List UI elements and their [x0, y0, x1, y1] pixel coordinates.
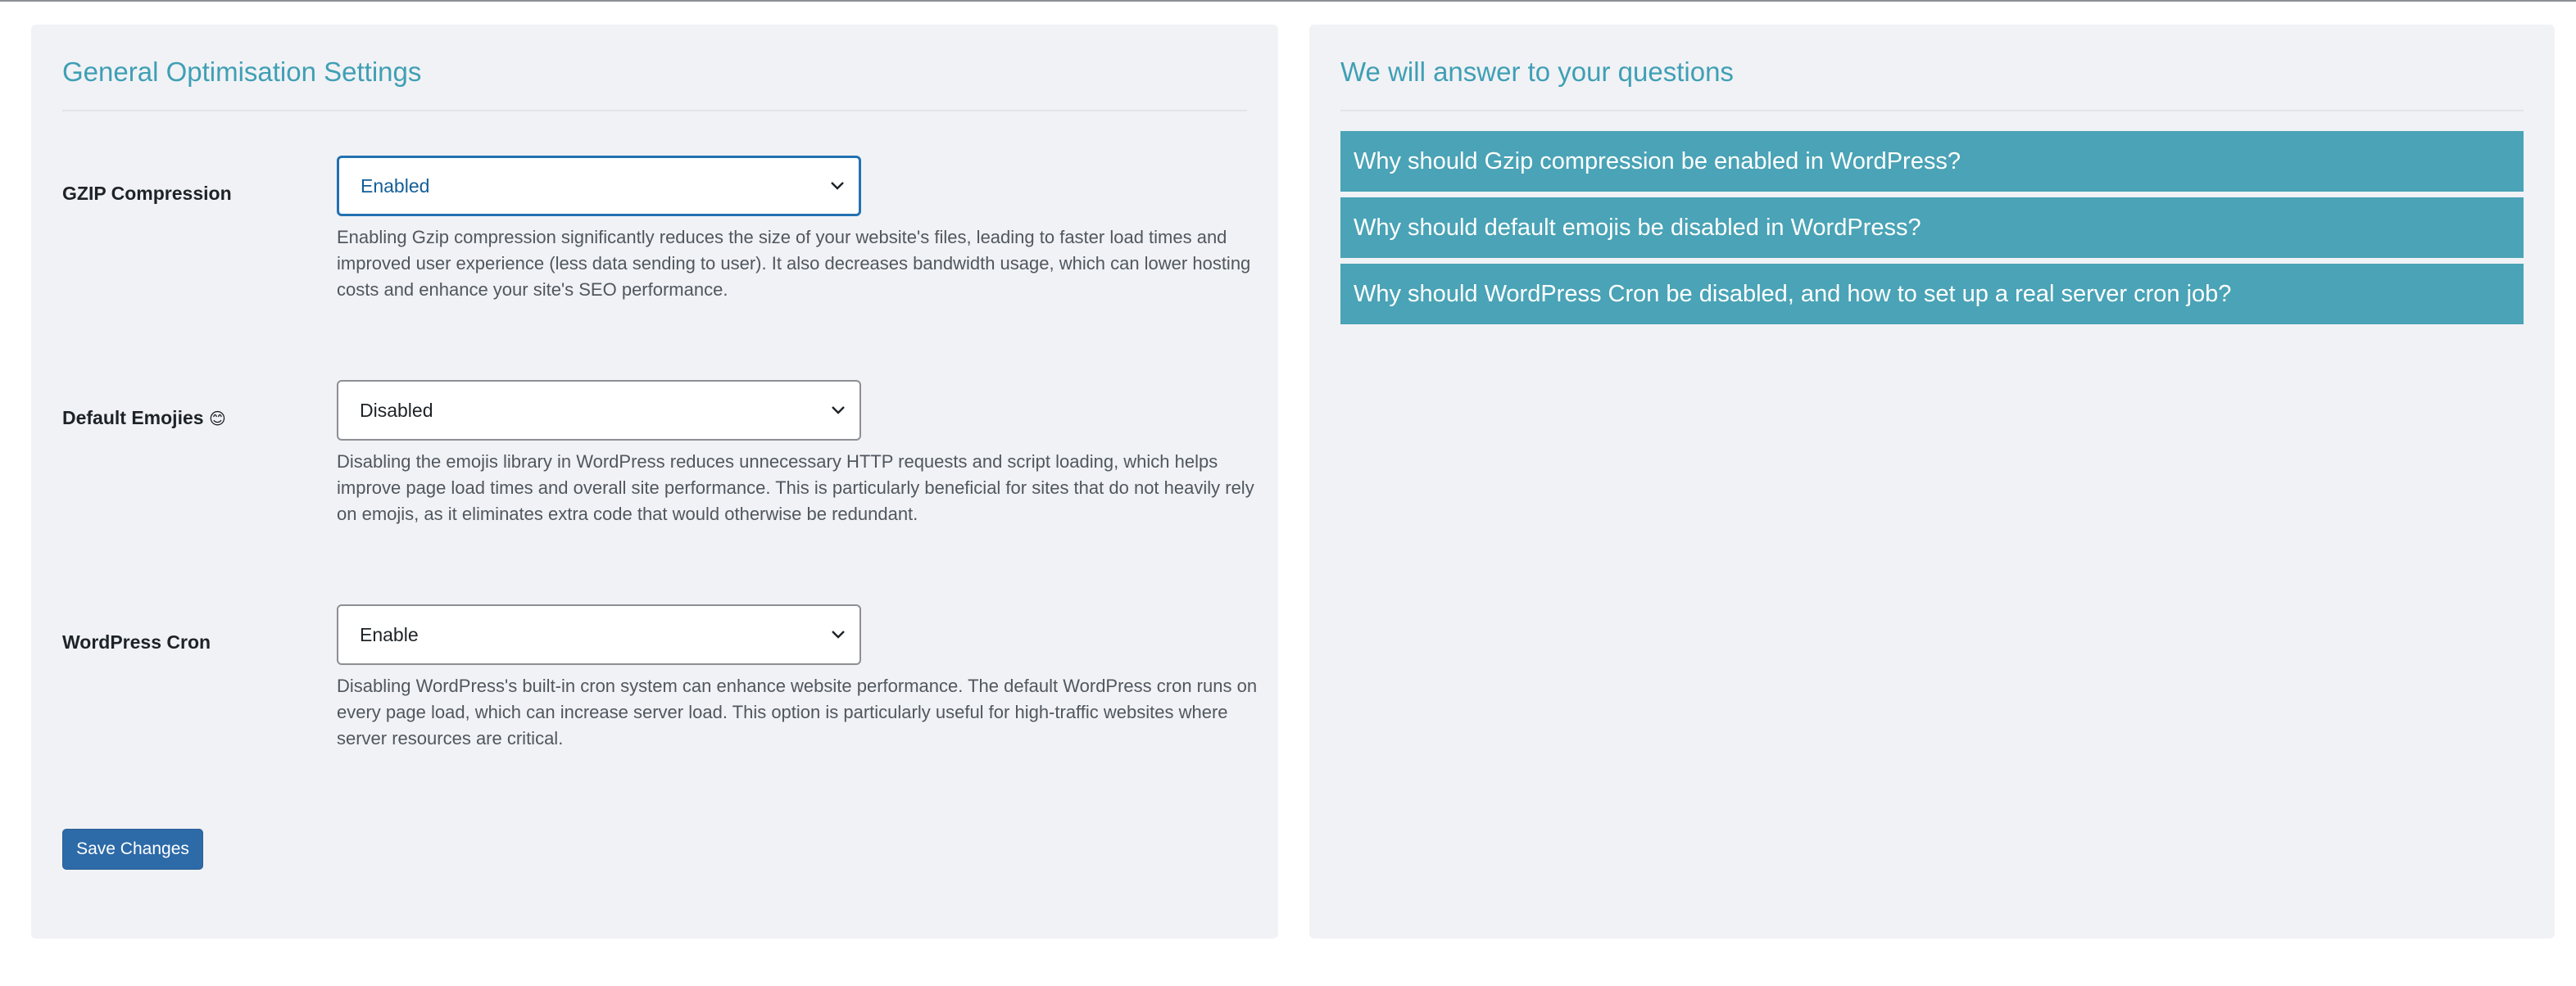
divider: [62, 110, 1247, 111]
default-emojies-label: Default Emojies 😊: [62, 406, 226, 431]
smile-emoji-icon: 😊: [208, 410, 226, 428]
wordpress-cron-select[interactable]: Enable: [337, 604, 861, 665]
top-border: [0, 0, 2576, 2]
settings-panel-title: General Optimisation Settings: [62, 57, 422, 87]
faq-panel-title: We will answer to your questions: [1340, 57, 1734, 87]
default-emojies-description: Disabling the emojis library in WordPres…: [337, 451, 1254, 524]
wordpress-cron-label: WordPress Cron: [62, 631, 211, 653]
chevron-down-icon: [832, 631, 845, 639]
faq-item-cron[interactable]: Why should WordPress Cron be disabled, a…: [1340, 264, 2524, 324]
wordpress-cron-description: Disabling WordPress's built-in cron syst…: [337, 676, 1258, 749]
faq-list: Why should Gzip compression be enabled i…: [1340, 131, 2524, 330]
select-value: Disabled: [360, 399, 433, 421]
faq-item-gzip[interactable]: Why should Gzip compression be enabled i…: [1340, 131, 2524, 192]
faq-panel: We will answer to your questions Why sho…: [1309, 25, 2555, 939]
default-emojies-select[interactable]: Disabled: [337, 380, 861, 441]
select-value: Enable: [360, 623, 419, 645]
gzip-compression-label: GZIP Compression: [62, 183, 232, 204]
default-emojies-label-text: Default Emojies: [62, 407, 204, 428]
gzip-compression-select[interactable]: Enabled: [337, 156, 861, 216]
faq-item-emojis[interactable]: Why should default emojis be disabled in…: [1340, 197, 2524, 258]
chevron-down-icon: [831, 182, 844, 190]
settings-panel: General Optimisation Settings GZIP Compr…: [31, 25, 1278, 939]
chevron-down-icon: [832, 406, 845, 414]
save-changes-button[interactable]: Save Changes: [62, 829, 203, 870]
select-value: Enabled: [361, 174, 430, 197]
gzip-compression-description: Enabling Gzip compression significantly …: [337, 227, 1251, 300]
divider: [1340, 110, 2524, 111]
